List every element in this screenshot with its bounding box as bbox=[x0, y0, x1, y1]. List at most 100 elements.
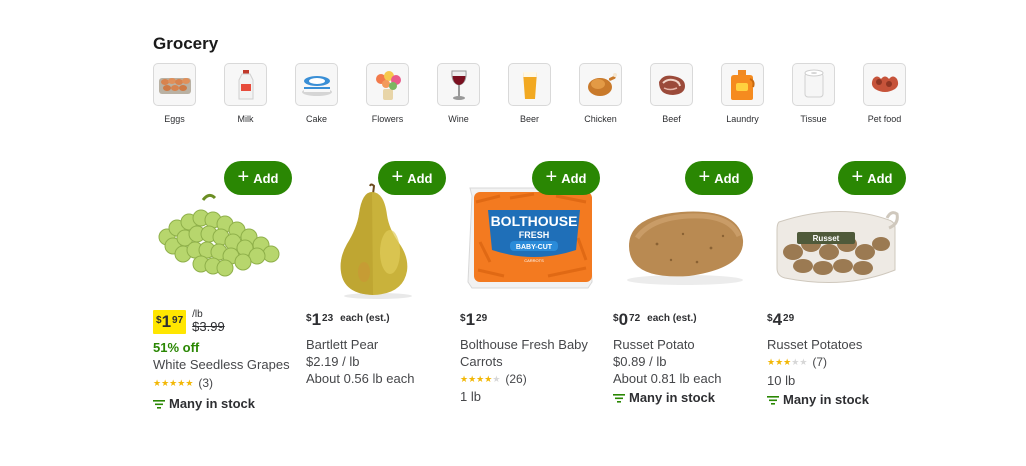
plus-icon: + bbox=[851, 166, 864, 188]
deal-label: 51% off bbox=[153, 340, 200, 355]
add-button[interactable]: + Add bbox=[685, 161, 753, 195]
stock-status: Many in stock bbox=[767, 392, 869, 407]
product-image-potato[interactable] bbox=[613, 182, 763, 302]
category-laundry[interactable]: Laundry bbox=[721, 63, 764, 124]
category-eggs[interactable]: Eggs bbox=[153, 63, 196, 124]
was-price: $3.99 bbox=[192, 319, 225, 334]
category-pet-food[interactable]: Pet food bbox=[863, 63, 906, 124]
product-title[interactable]: White Seedless Grapes bbox=[153, 357, 290, 372]
category-beer[interactable]: Beer bbox=[508, 63, 551, 124]
unit-price: $0.89 / lb bbox=[613, 354, 667, 369]
category-milk[interactable]: Milk bbox=[224, 63, 267, 124]
plus-icon: + bbox=[237, 166, 250, 188]
plus-icon: + bbox=[391, 166, 404, 188]
star-rating-icon: ★ ★ ★ ★ ★ bbox=[767, 356, 808, 367]
svg-text:BABY-CUT: BABY-CUT bbox=[516, 244, 553, 251]
stock-status: Many in stock bbox=[153, 396, 255, 411]
add-button[interactable]: + Add bbox=[224, 161, 292, 195]
category-label: Milk bbox=[237, 114, 254, 124]
price: $ 4 29 bbox=[767, 310, 795, 329]
price: $ 1 23 bbox=[306, 310, 334, 329]
product-image-potato-bag[interactable]: Russet bbox=[767, 182, 917, 302]
section-title: Grocery bbox=[153, 34, 219, 53]
product-title[interactable]: Bolthouse Fresh Baby Carrots bbox=[460, 336, 610, 370]
unit-price-stack: /lb $3.99 bbox=[192, 309, 225, 333]
category-chicken[interactable]: Chicken bbox=[579, 63, 622, 124]
filter-lines-icon bbox=[767, 395, 779, 405]
price-row: $ 4 29 bbox=[767, 310, 794, 336]
category-cake[interactable]: Cake bbox=[295, 63, 338, 124]
price: $ 0 72 bbox=[613, 310, 641, 329]
review-count: (26) bbox=[505, 372, 527, 386]
category-label: Laundry bbox=[726, 114, 759, 124]
beef-icon bbox=[650, 63, 693, 106]
category-label: Beef bbox=[662, 114, 681, 124]
category-label: Wine bbox=[448, 114, 469, 124]
each-label: each (est.) bbox=[647, 313, 697, 324]
pet-food-icon bbox=[863, 63, 906, 106]
unit-price: $2.19 / lb bbox=[306, 354, 360, 369]
package-size: 1 lb bbox=[460, 389, 481, 404]
plus-icon: + bbox=[545, 166, 558, 188]
add-button[interactable]: + Add bbox=[532, 161, 600, 195]
category-label: Pet food bbox=[867, 114, 902, 124]
milk-icon bbox=[224, 63, 267, 106]
price-badge: $ 1 97 bbox=[153, 310, 187, 334]
review-count: (3) bbox=[198, 376, 214, 390]
price-row: $ 0 72 each (est.) bbox=[613, 310, 697, 336]
flowers-icon bbox=[366, 63, 409, 106]
tissue-icon bbox=[792, 63, 835, 106]
wine-icon bbox=[437, 63, 480, 106]
price-row: $ 1 97 /lb $3.99 bbox=[153, 309, 225, 336]
rating: ★ ★ ★ ★ ★ (3) bbox=[153, 376, 213, 390]
svg-text:CARROTS: CARROTS bbox=[524, 258, 544, 263]
laundry-icon bbox=[721, 63, 764, 106]
category-strip: Eggs Milk Cake Flowers Wine Beer Chicken… bbox=[153, 63, 906, 124]
product-card: + Add $ 1 97 /lb $3.99 51% off White See… bbox=[153, 160, 303, 430]
price-row: $ 1 23 each (est.) bbox=[306, 310, 390, 336]
product-image-pear[interactable] bbox=[306, 182, 456, 302]
product-image-grapes[interactable] bbox=[153, 182, 303, 302]
filter-lines-icon bbox=[613, 393, 625, 403]
category-wine[interactable]: Wine bbox=[437, 63, 480, 124]
beer-icon bbox=[508, 63, 551, 106]
price: $ 1 29 bbox=[460, 310, 488, 329]
package-size: 10 lb bbox=[767, 373, 796, 388]
product-card: + Add $ 1 23 each (est.) Bartlett Pear $… bbox=[306, 160, 456, 430]
category-tissue[interactable]: Tissue bbox=[792, 63, 835, 124]
product-title[interactable]: Bartlett Pear bbox=[306, 337, 378, 352]
product-title[interactable]: Russet Potatoes bbox=[767, 337, 862, 352]
rating: ★ ★ ★ ★ ★ (26) bbox=[460, 372, 527, 386]
svg-text:FRESH: FRESH bbox=[519, 230, 550, 240]
stock-status: Many in stock bbox=[613, 390, 715, 405]
star-rating-icon: ★ ★ ★ ★ ★ bbox=[460, 373, 501, 384]
product-title[interactable]: Russet Potato bbox=[613, 337, 695, 352]
category-label: Flowers bbox=[371, 114, 404, 124]
category-label: Eggs bbox=[164, 114, 185, 124]
approx-weight: About 0.56 lb each bbox=[306, 371, 415, 386]
product-card: Russet + Add $ 4 29 Russet Potatoes ★ ★ ★ ★… bbox=[767, 160, 917, 430]
add-button[interactable]: + Add bbox=[838, 161, 906, 195]
filter-lines-icon bbox=[153, 399, 165, 409]
add-button[interactable]: + Add bbox=[378, 161, 446, 195]
each-label: each (est.) bbox=[340, 313, 390, 324]
product-card: BOLTHOUSE FRESH BABY-CUT CARROTS + Add $… bbox=[460, 160, 610, 430]
category-beef[interactable]: Beef bbox=[650, 63, 693, 124]
star-rating-icon: ★ ★ ★ ★ ★ bbox=[153, 377, 194, 388]
svg-text:Russet: Russet bbox=[813, 234, 840, 243]
category-label: Tissue bbox=[800, 114, 827, 124]
review-count: (7) bbox=[812, 355, 828, 369]
product-card: + Add $ 0 72 each (est.) Russet Potato $… bbox=[613, 160, 763, 430]
product-image-carrots[interactable]: BOLTHOUSE FRESH BABY-CUT CARROTS bbox=[460, 182, 610, 302]
category-label: Beer bbox=[519, 114, 539, 124]
price-row: $ 1 29 bbox=[460, 310, 487, 336]
cake-icon bbox=[295, 63, 338, 106]
category-label: Chicken bbox=[584, 114, 617, 124]
plus-icon: + bbox=[698, 166, 711, 188]
chicken-icon bbox=[579, 63, 622, 106]
rating: ★ ★ ★ ★ ★ (7) bbox=[767, 355, 827, 369]
eggs-icon bbox=[153, 63, 196, 106]
approx-weight: About 0.81 lb each bbox=[613, 371, 722, 386]
category-flowers[interactable]: Flowers bbox=[366, 63, 409, 124]
svg-text:BOLTHOUSE: BOLTHOUSE bbox=[491, 213, 578, 229]
